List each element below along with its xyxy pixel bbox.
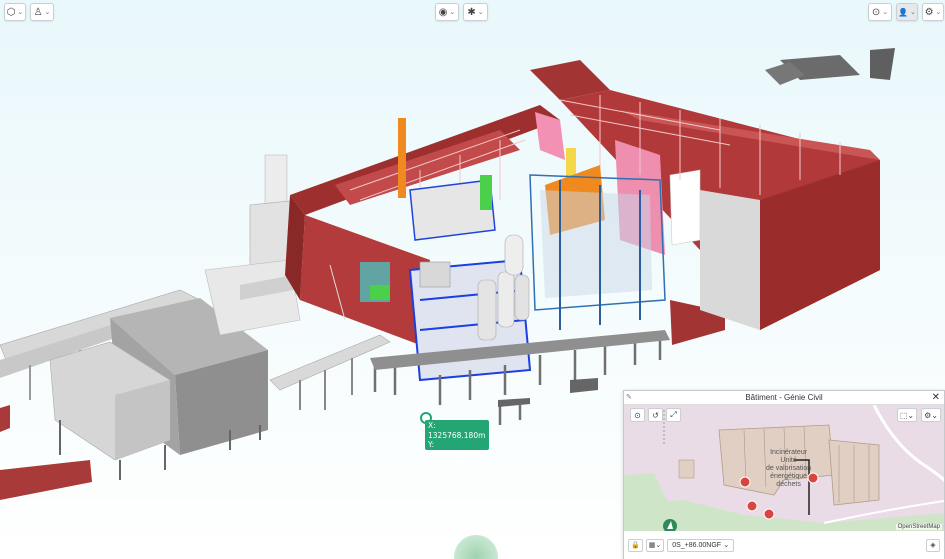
eye-visibility-icon: ◉: [438, 6, 448, 18]
view-cube-icon: ⬡: [6, 6, 16, 18]
walk-person-icon: ♙: [33, 6, 43, 18]
coordinate-readout: X: 1325768.180m Y: 7266646.416m Z: 63.29…: [425, 420, 489, 468]
user-icon: 👤: [898, 7, 909, 17]
chevron-down-icon: ⌄: [935, 9, 942, 16]
minimap-map[interactable]: Incinérateur Unité de valorisation énerg…: [624, 405, 944, 531]
building-icon[interactable]: ▦⌄: [645, 538, 665, 552]
layers-icon[interactable]: ◈: [926, 538, 940, 552]
fullscreen-icon[interactable]: ⤢: [666, 408, 681, 422]
rotate-reset-icon[interactable]: ↺: [648, 408, 663, 422]
lock-icon[interactable]: 🔒: [628, 538, 643, 552]
pencil-icon[interactable]: ✎: [626, 391, 632, 405]
level-value: 0S_+86.00NGF: [672, 541, 722, 549]
chevron-down-icon: ⌄: [477, 9, 484, 16]
user-button[interactable]: 👤 ⌄: [896, 3, 918, 21]
target-icon: ⊙: [871, 6, 881, 18]
minimap-header: ✎ Bâtiment - Génie Civil ✕: [624, 391, 944, 405]
chevron-down-icon: ⌄: [882, 9, 889, 16]
red-annex-left: [0, 460, 92, 500]
settings-button[interactable]: ⚙ ⌄: [922, 3, 944, 21]
minimap-footer: 🔒 ▦⌄ 0S_+86.00NGF ⌄ ◈: [624, 531, 944, 559]
chevron-down-icon: ⌄: [17, 9, 24, 16]
section-tool-icon: ✱: [467, 6, 476, 18]
view-cube-button[interactable]: ⬡ ⌄: [4, 3, 26, 21]
level-select[interactable]: 0S_+86.00NGF ⌄: [667, 538, 735, 552]
chevron-down-icon: ⌄: [44, 9, 51, 16]
select-pointer-icon[interactable]: ⬚⌄: [897, 408, 917, 422]
chevron-down-icon: ⌄: [449, 9, 456, 16]
coord-z: Z: 63.299m: [428, 459, 472, 468]
building-label: Incinérateur Unité de valorisation énerg…: [766, 449, 812, 488]
visibility-button[interactable]: ◉ ⌄: [435, 3, 459, 21]
gear-icon: ⚙: [924, 6, 934, 18]
locate-icon[interactable]: ⊙: [630, 408, 645, 422]
map-settings-gear-icon[interactable]: ⚙⌄: [921, 408, 941, 422]
coord-y: Y: 7266646.416m: [428, 440, 486, 459]
target-button[interactable]: ⊙ ⌄: [868, 3, 892, 21]
walk-mode-button[interactable]: ♙ ⌄: [30, 3, 54, 21]
chevron-down-icon: ⌄: [723, 542, 730, 549]
coord-x: X: 1325768.180m: [428, 421, 486, 440]
minimap-panel: ✎ Bâtiment - Génie Civil ✕ Incinérateur …: [623, 390, 945, 559]
osm-credit[interactable]: OpenStreetMap: [895, 524, 942, 530]
close-icon[interactable]: ✕: [932, 391, 940, 405]
section-tool-button[interactable]: ✱ ⌄: [463, 3, 488, 21]
chevron-down-icon: ⌄: [910, 9, 916, 16]
minimap-title: Bâtiment - Génie Civil: [745, 393, 823, 402]
